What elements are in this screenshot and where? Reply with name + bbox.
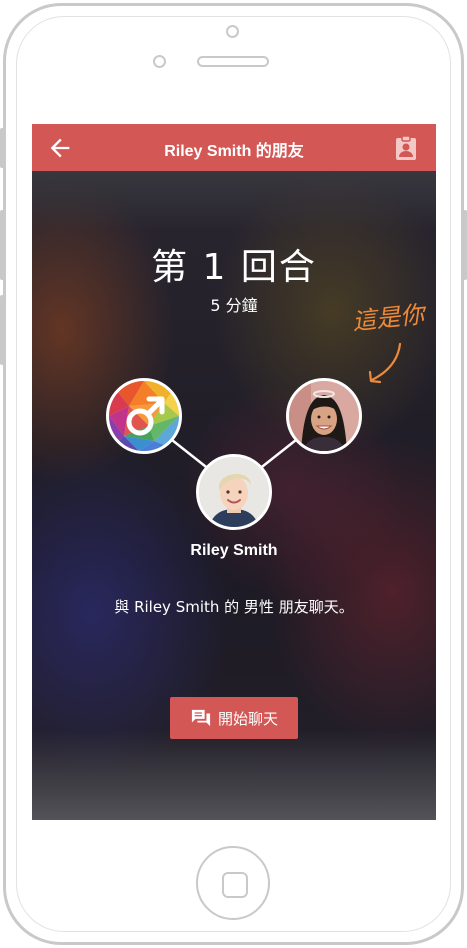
male-symbol-icon [109,381,179,451]
chat-bubbles-icon [191,709,211,727]
phone-power-button [463,210,467,280]
gender-avatar [106,378,182,454]
phone-home-button[interactable] [196,846,270,920]
start-chat-label: 開始聊天 [217,709,278,728]
your-photo [289,381,359,451]
app-screen: Riley Smith 的朋友 第 1 回合 5 分鐘 這是你 Riley Sm… [32,124,436,820]
phone-silent-switch [0,128,4,168]
friend-photo [199,457,269,527]
chat-description: 與 Riley Smith 的 男性 朋友聊天。 [114,598,354,616]
your-avatar [286,378,362,454]
friend-avatar [196,454,272,530]
phone-camera [226,25,239,38]
start-chat-button[interactable]: 開始聊天 [170,697,298,739]
friend-name: Riley Smith [190,542,278,559]
phone-sensor [153,55,166,68]
phone-volume-up [0,210,4,280]
phone-volume-down [0,295,4,365]
phone-speaker [197,56,269,67]
